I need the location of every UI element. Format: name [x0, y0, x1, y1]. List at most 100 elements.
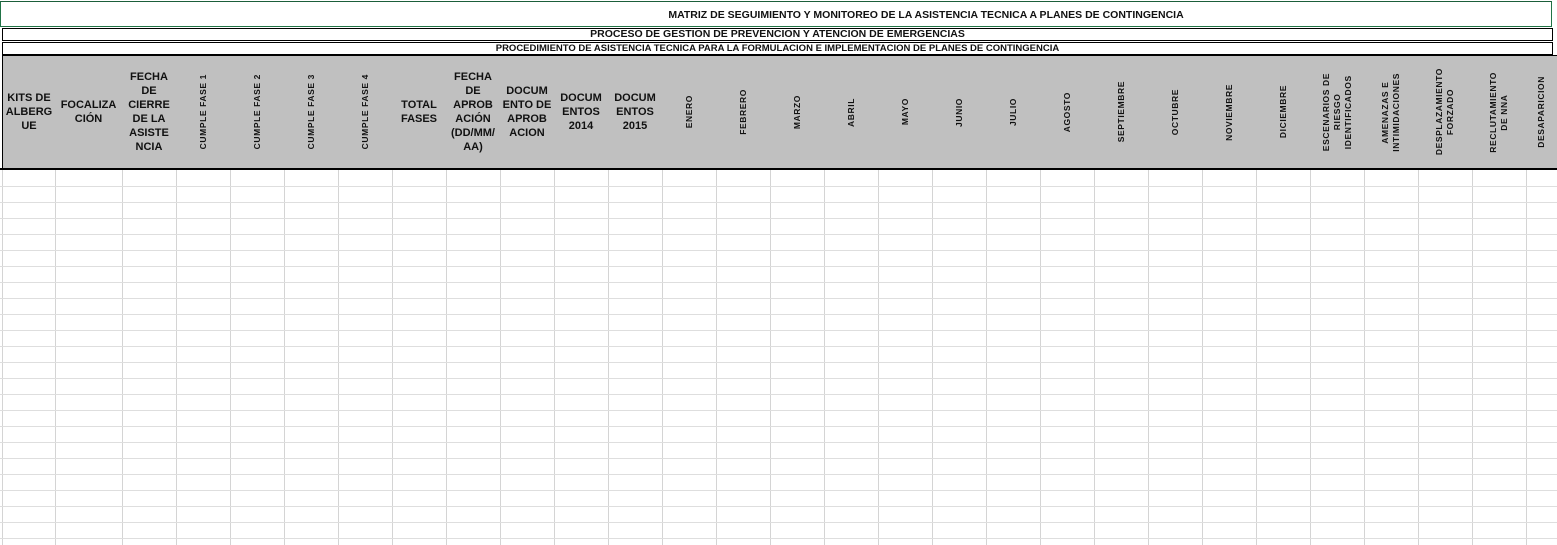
procedure-cell[interactable]: PROCEDIMIENTO DE ASISTENCIA TECNICA PARA…: [2, 42, 1553, 55]
column-header[interactable]: NOVIEMBRE: [1202, 55, 1257, 169]
grid-row-line: [0, 522, 1557, 523]
grid-row-line: [0, 362, 1557, 363]
column-header-label: FECHA DE CIERRE DE LA ASISTE NCIA: [128, 71, 170, 153]
column-header[interactable]: CUMPLE FASE 4: [338, 55, 393, 169]
grid-column-line: [284, 170, 285, 545]
grid-row-line: [0, 426, 1557, 427]
column-header[interactable]: FOCALIZA CIÓN: [55, 55, 123, 169]
column-header-label: FECHA DE APROB ACIÓN (DD/MM/ AA): [451, 71, 495, 153]
title-cell[interactable]: MATRIZ DE SEGUIMIENTO Y MONITOREO DE LA …: [0, 1, 1552, 27]
grid-column-line: [770, 170, 771, 545]
grid-row-line: [0, 330, 1557, 331]
grid-row-line: [0, 282, 1557, 283]
column-header[interactable]: DOCUM ENTO DE APROB ACION: [500, 55, 555, 169]
grid-column-line: [986, 170, 987, 545]
column-header[interactable]: FECHA DE CIERRE DE LA ASISTE NCIA: [122, 55, 177, 169]
grid-column-line: [446, 170, 447, 545]
column-header[interactable]: DOCUM ENTOS 2015: [608, 55, 663, 169]
column-header-label: FEBRERO: [737, 89, 748, 135]
grid-row-line: [0, 458, 1557, 459]
grid-column-line: [1526, 170, 1527, 545]
grid-row-line: [0, 378, 1557, 379]
column-header-label: RECLUTAMIENTO DE NNA: [1488, 71, 1509, 153]
column-header[interactable]: CUMPLE FASE 1: [176, 55, 231, 169]
column-header[interactable]: MARZO: [770, 55, 825, 169]
column-header[interactable]: DESAPARICION: [1526, 55, 1557, 169]
grid-row-line: [0, 218, 1557, 219]
column-header-label: ENERO: [683, 95, 694, 129]
grid-column-line: [122, 170, 123, 545]
grid-column-line: [1202, 170, 1203, 545]
grid-row-line: [0, 490, 1557, 491]
column-header[interactable]: ABRIL: [824, 55, 879, 169]
header-bottom-border: [0, 168, 1557, 170]
column-header-label: DESPLAZAMIENTO FORZADO: [1434, 68, 1455, 156]
grid-column-line: [1472, 170, 1473, 545]
column-header[interactable]: JULIO: [986, 55, 1041, 169]
column-header[interactable]: KITS DE ALBERG UE: [2, 55, 56, 169]
column-header-label: AMENAZAS E INTIMIDACIONES: [1380, 72, 1401, 152]
column-header[interactable]: JUNIO: [932, 55, 987, 169]
grid-row-line: [0, 346, 1557, 347]
grid-row-line: [0, 506, 1557, 507]
spreadsheet: MATRIZ DE SEGUIMIENTO Y MONITOREO DE LA …: [0, 0, 1557, 545]
column-header[interactable]: ESCENARIOS DE RIESGO IDENTIFICADOS: [1310, 55, 1365, 169]
grid-column-line: [1094, 170, 1095, 545]
column-header-label: ABRIL: [845, 97, 856, 127]
column-header[interactable]: ENERO: [662, 55, 717, 169]
column-header-label: SEPTIEMBRE: [1115, 81, 1126, 143]
column-header-label: CUMPLE FASE 2: [251, 74, 262, 150]
process-cell[interactable]: PROCESO DE GESTION DE PREVENCION Y ATENC…: [2, 28, 1553, 41]
grid-column-line: [1256, 170, 1257, 545]
grid-row-line: [0, 186, 1557, 187]
grid-column-line: [500, 170, 501, 545]
column-header-label: MAYO: [899, 98, 910, 126]
grid-row-line: [0, 234, 1557, 235]
grid-column-line: [1364, 170, 1365, 545]
column-header[interactable]: TOTAL FASES: [392, 55, 447, 169]
column-header[interactable]: CUMPLE FASE 2: [230, 55, 285, 169]
grid-column-line: [230, 170, 231, 545]
grid-row-line: [0, 314, 1557, 315]
grid-column-line: [1418, 170, 1419, 545]
grid-row-line: [0, 410, 1557, 411]
column-header[interactable]: RECLUTAMIENTO DE NNA: [1472, 55, 1527, 169]
grid-column-line: [932, 170, 933, 545]
column-header[interactable]: AGOSTO: [1040, 55, 1095, 169]
column-header-label: MARZO: [791, 94, 802, 130]
sheet-title: MATRIZ DE SEGUIMIENTO Y MONITOREO DE LA …: [668, 9, 1184, 21]
column-header[interactable]: SEPTIEMBRE: [1094, 55, 1149, 169]
grid-column-line: [392, 170, 393, 545]
grid-column-line: [176, 170, 177, 545]
grid-row-line: [0, 250, 1557, 251]
column-header[interactable]: DICIEMBRE: [1256, 55, 1311, 169]
grid-column-line: [878, 170, 879, 545]
column-header-label: NOVIEMBRE: [1223, 83, 1234, 141]
column-header-label: KITS DE ALBERG UE: [5, 92, 53, 132]
column-header[interactable]: FEBRERO: [716, 55, 771, 169]
column-header-label: DOCUM ENTO DE APROB ACION: [502, 85, 552, 139]
column-header[interactable]: OCTUBRE: [1148, 55, 1203, 169]
grid-column-line: [1310, 170, 1311, 545]
column-header[interactable]: MAYO: [878, 55, 933, 169]
grid-column-line: [2, 170, 3, 545]
column-header[interactable]: DESPLAZAMIENTO FORZADO: [1418, 55, 1473, 169]
column-header-label: DOCUM ENTOS 2015: [614, 92, 656, 132]
grid-row-line: [0, 298, 1557, 299]
column-header[interactable]: CUMPLE FASE 3: [284, 55, 339, 169]
column-header-label: DESAPARICION: [1536, 76, 1546, 148]
column-header-label: AGOSTO: [1061, 91, 1072, 133]
column-header[interactable]: DOCUM ENTOS 2014: [554, 55, 609, 169]
column-header-label: OCTUBRE: [1169, 88, 1180, 136]
grid-row-line: [0, 442, 1557, 443]
column-header-label: CUMPLE FASE 3: [305, 74, 316, 150]
column-header[interactable]: AMENAZAS E INTIMIDACIONES: [1364, 55, 1419, 169]
column-header-label: JULIO: [1007, 97, 1018, 127]
column-header-label: DICIEMBRE: [1277, 85, 1288, 139]
column-header-label: TOTAL FASES: [400, 99, 438, 125]
grid-column-line: [824, 170, 825, 545]
grid-column-line: [55, 170, 56, 545]
column-header[interactable]: FECHA DE APROB ACIÓN (DD/MM/ AA): [446, 55, 501, 169]
grid-row-line: [0, 538, 1557, 539]
column-header-label: ESCENARIOS DE RIESGO IDENTIFICADOS: [1320, 72, 1353, 152]
